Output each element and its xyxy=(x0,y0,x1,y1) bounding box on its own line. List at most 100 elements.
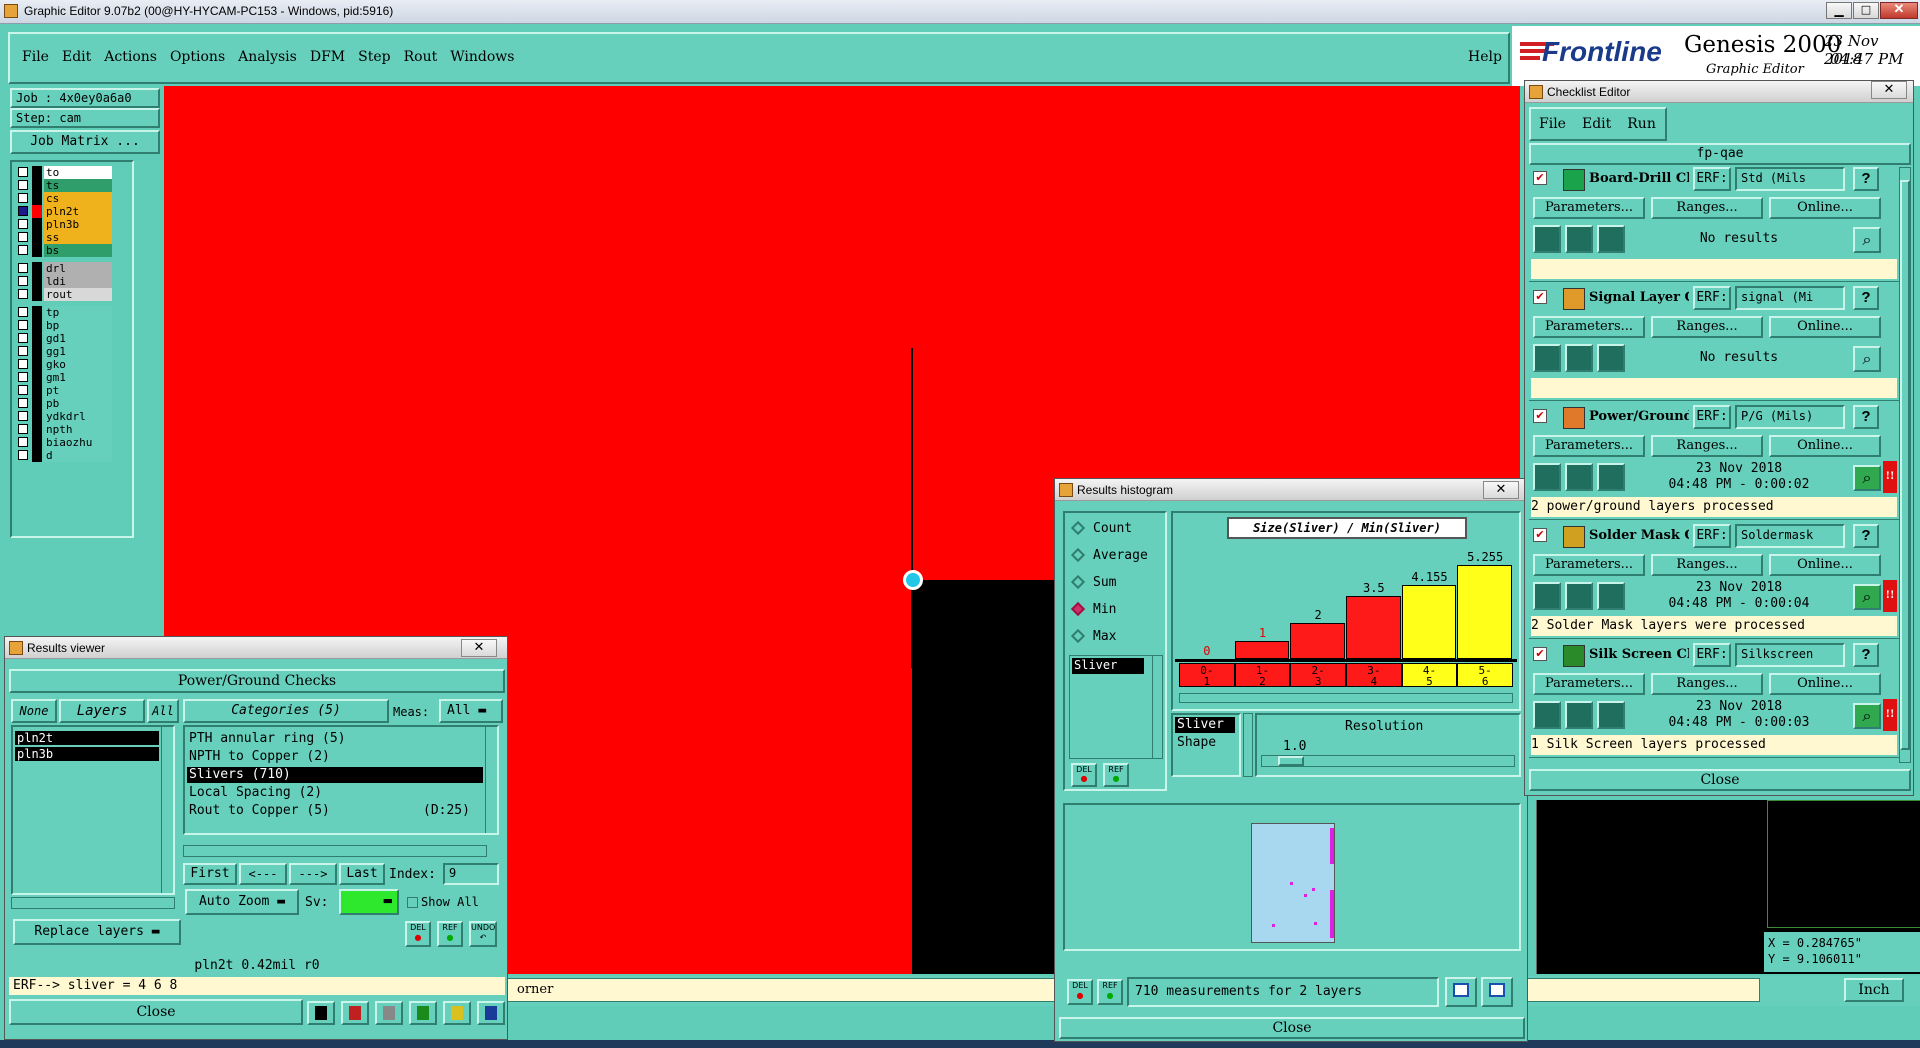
help-icon[interactable]: ? xyxy=(1853,286,1879,310)
run-all-icon[interactable] xyxy=(1565,225,1593,253)
rv-layer-scrollbar[interactable] xyxy=(161,727,173,893)
hist-footer-del-button[interactable]: DEL ● xyxy=(1067,979,1093,1005)
hist-sub-scrollbar[interactable] xyxy=(1243,713,1253,777)
close-window-button[interactable]: ✕ xyxy=(1880,2,1918,19)
layer-row-bp[interactable]: bp xyxy=(16,319,112,332)
layer-checkbox[interactable] xyxy=(18,289,28,299)
hist-list-scrollbar[interactable] xyxy=(1152,656,1162,758)
hist-bar[interactable] xyxy=(1346,596,1401,659)
rv-none-button[interactable]: None xyxy=(11,699,57,723)
stop-run-icon[interactable] xyxy=(1597,701,1625,729)
layer-row-drl[interactable]: drl xyxy=(16,262,112,275)
check-icon[interactable]: ✔ xyxy=(1533,528,1547,542)
hist-del-button[interactable]: DEL ● xyxy=(1071,763,1097,787)
menu-rout[interactable]: Rout xyxy=(404,49,438,69)
rv-show-all-checkbox[interactable] xyxy=(407,897,418,908)
checklist-item-name[interactable]: Board-Drill Che xyxy=(1589,171,1689,186)
stop-run-icon[interactable] xyxy=(1597,225,1625,253)
checklist-item-name[interactable]: Power/Ground C xyxy=(1589,409,1689,424)
layer-checkbox[interactable] xyxy=(18,180,28,190)
hist-hscroll[interactable] xyxy=(1179,693,1513,703)
layer-row-npth[interactable]: npth xyxy=(16,423,112,436)
hist-swap-button[interactable] xyxy=(1481,977,1513,1007)
zoom-icon[interactable]: ⌕ xyxy=(1853,584,1881,610)
hist-resolution-slider[interactable] xyxy=(1261,755,1515,767)
check-icon[interactable]: ✔ xyxy=(1533,290,1547,304)
layer-checkbox[interactable] xyxy=(18,411,28,421)
layer-row-gm1[interactable]: gm1 xyxy=(16,371,112,384)
menu-step[interactable]: Step xyxy=(358,49,390,69)
rv-layer-item[interactable]: pln3b xyxy=(15,747,159,761)
help-icon[interactable]: ? xyxy=(1853,405,1879,429)
layer-row-pln2t[interactable]: pln2t xyxy=(16,205,112,218)
run-icon[interactable] xyxy=(1533,582,1561,610)
run-icon[interactable] xyxy=(1533,701,1561,729)
layer-row-ss[interactable]: ss xyxy=(16,231,112,244)
erf-field[interactable]: Std (Mils xyxy=(1735,167,1845,191)
hist-footer-ref-button[interactable]: REF ● xyxy=(1097,979,1123,1005)
check-icon[interactable]: ✔ xyxy=(1533,647,1547,661)
menu-file[interactable]: File xyxy=(22,49,49,69)
online-button[interactable]: Online... xyxy=(1769,554,1881,576)
run-all-icon[interactable] xyxy=(1565,701,1593,729)
layer-checkbox[interactable] xyxy=(18,385,28,395)
stop-run-icon[interactable] xyxy=(1597,463,1625,491)
help-icon[interactable]: ? xyxy=(1853,643,1879,667)
rv-category-scrollbar[interactable] xyxy=(485,727,497,833)
rv-del-button[interactable]: DEL ● xyxy=(405,921,431,947)
checklist-menu-run[interactable]: Run xyxy=(1627,116,1656,132)
online-button[interactable]: Online... xyxy=(1769,673,1881,695)
layer-row-d[interactable]: d xyxy=(16,449,112,462)
layer-checkbox[interactable] xyxy=(18,263,28,273)
layer-row-tp[interactable]: tp xyxy=(16,306,112,319)
rv-ref-button[interactable]: REF ● xyxy=(437,921,463,947)
rv-sv-color-select[interactable]: ▬ xyxy=(339,889,399,915)
layer-checkbox[interactable] xyxy=(18,219,28,229)
hist-export-button[interactable] xyxy=(1445,977,1477,1007)
erf-field[interactable]: Soldermask xyxy=(1735,524,1845,548)
hist-list-item[interactable]: Sliver xyxy=(1072,658,1144,674)
rv-layer-item[interactable]: pln2t xyxy=(15,731,159,745)
minimize-button[interactable]: ▁ xyxy=(1826,2,1852,19)
checklist-scroll-thumb[interactable] xyxy=(1900,180,1910,750)
histogram-close-x[interactable]: ✕ xyxy=(1483,481,1519,499)
checklist-close-button[interactable]: Close xyxy=(1529,769,1911,791)
run-icon[interactable] xyxy=(1533,344,1561,372)
checklist-item-name[interactable]: Silk Screen Che xyxy=(1589,647,1689,662)
job-matrix-button[interactable]: Job Matrix ... xyxy=(10,130,160,154)
layer-row-gko[interactable]: gko xyxy=(16,358,112,371)
menu-windows[interactable]: Windows xyxy=(450,49,514,69)
layer-checkbox[interactable] xyxy=(18,333,28,343)
hist-option-average[interactable]: Average xyxy=(1070,546,1161,566)
check-icon[interactable]: ✔ xyxy=(1533,409,1547,423)
hist-resolution-thumb[interactable] xyxy=(1278,756,1304,766)
hist-option-min[interactable]: Min xyxy=(1070,600,1161,620)
rv-layer-hscroll[interactable] xyxy=(11,897,175,909)
online-button[interactable]: Online... xyxy=(1769,316,1881,338)
hist-close-button[interactable]: Close xyxy=(1059,1017,1525,1039)
erf-field[interactable]: Silkscreen xyxy=(1735,643,1845,667)
zoom-icon[interactable]: ⌕ xyxy=(1853,227,1881,253)
layer-checkbox[interactable] xyxy=(18,424,28,434)
hist-option-sum[interactable]: Sum xyxy=(1070,573,1161,593)
checklist-item-name[interactable]: Signal Layer Ch xyxy=(1589,290,1689,305)
rv-last-button[interactable]: Last xyxy=(339,863,385,885)
rv-category-item[interactable]: Slivers (710) xyxy=(187,767,483,783)
rv-all-button[interactable]: All xyxy=(147,699,179,723)
hist-ref-button[interactable]: REF ● xyxy=(1103,763,1129,787)
ranges-button[interactable]: Ranges... xyxy=(1651,197,1763,219)
hist-sub-item[interactable]: Shape xyxy=(1175,735,1235,751)
layer-checkbox[interactable] xyxy=(18,359,28,369)
menu-edit[interactable]: Edit xyxy=(62,49,91,69)
help-icon[interactable]: ? xyxy=(1853,167,1879,191)
layer-row-ydkdrl[interactable]: ydkdrl xyxy=(16,410,112,423)
layer-row-pb[interactable]: pb xyxy=(16,397,112,410)
hist-option-count[interactable]: Count xyxy=(1070,519,1161,539)
ranges-button[interactable]: Ranges... xyxy=(1651,435,1763,457)
layer-checkbox[interactable] xyxy=(18,398,28,408)
parameters-button[interactable]: Parameters... xyxy=(1533,673,1645,695)
rv-undo-button[interactable]: UNDO ↶ xyxy=(469,921,497,947)
layer-checkbox[interactable] xyxy=(18,372,28,382)
rv-first-button[interactable]: First xyxy=(183,863,237,885)
results-viewer-close-x[interactable]: ✕ xyxy=(461,639,497,657)
